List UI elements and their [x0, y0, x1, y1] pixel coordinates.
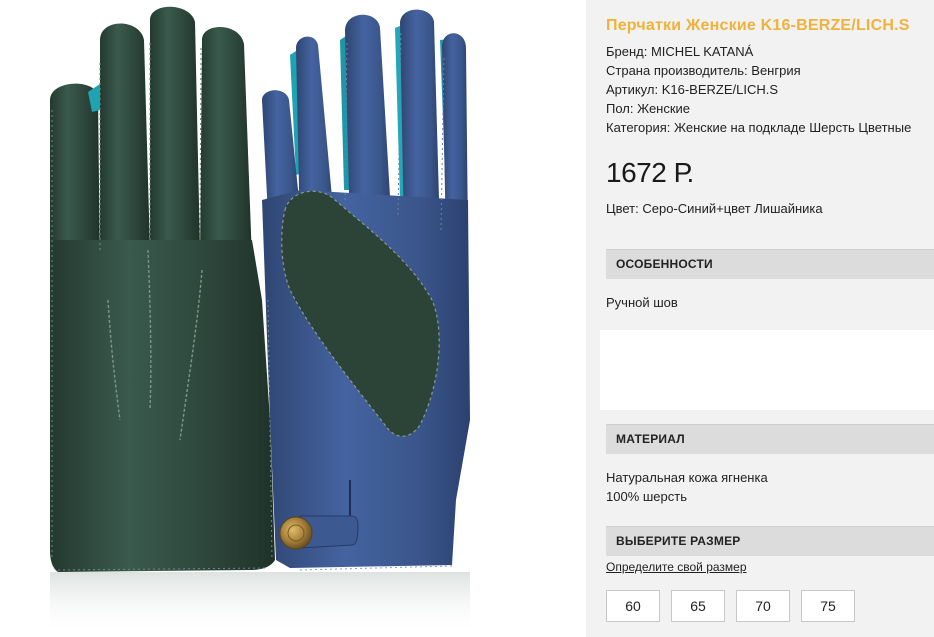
size-option-75[interactable]: 75 [801, 590, 855, 622]
features-header: ОСОБЕННОСТИ [606, 249, 934, 279]
spec-category: Категория: Женские на подкладе Шерсть Цв… [606, 120, 912, 135]
spec-article: Артикул: K16-BERZE/LICH.S [606, 82, 779, 97]
gloves-illustration [50, 6, 470, 637]
spec-gender: Пол: Женские [606, 101, 691, 116]
size-guide-link[interactable]: Определите свой размер [606, 560, 747, 574]
green-glove [50, 6, 275, 572]
snap-button [279, 516, 313, 550]
size-option-70[interactable]: 70 [736, 590, 790, 622]
blank-content-box [600, 330, 934, 410]
size-option-60[interactable]: 60 [606, 590, 660, 622]
material-text: Натуральная кожа ягненка 100% шерсть [606, 468, 768, 506]
material-header: МАТЕРИАЛ [606, 424, 934, 454]
blue-glove [262, 9, 470, 571]
product-image [0, 0, 586, 637]
product-price: 1672 Р. [606, 157, 694, 188]
size-options: 60 65 70 75 [606, 590, 855, 622]
product-title: Перчатки Женские K16-BERZE/LICH.S [606, 17, 910, 34]
size-header: ВЫБЕРИТЕ РАЗМЕР [606, 526, 934, 556]
material-line: 100% шерсть [606, 489, 687, 504]
product-color: Цвет: Серо-Синий+цвет Лишайника [606, 201, 823, 216]
spec-country: Страна производитель: Венгрия [606, 63, 801, 78]
size-option-65[interactable]: 65 [671, 590, 725, 622]
product-info-panel: Перчатки Женские K16-BERZE/LICH.S Бренд:… [586, 0, 934, 637]
product-specs: Бренд: MICHEL KATANÁ Страна производител… [606, 42, 911, 137]
features-text: Ручной шов [606, 295, 678, 310]
product-page: Перчатки Женские K16-BERZE/LICH.S Бренд:… [0, 0, 934, 637]
spec-brand: Бренд: MICHEL KATANÁ [606, 44, 754, 59]
glove-reflection [50, 572, 470, 637]
material-line: Натуральная кожа ягненка [606, 470, 768, 485]
